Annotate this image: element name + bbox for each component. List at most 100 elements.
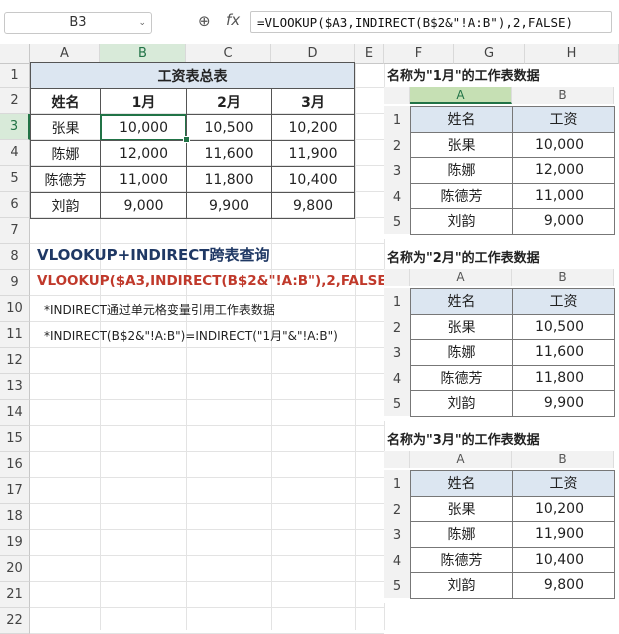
row-gridline (30, 529, 384, 530)
row-header[interactable]: 2 (0, 88, 30, 114)
row-header[interactable]: 8 (0, 244, 30, 270)
sheet-row-number: 5 (384, 208, 410, 234)
sheet-name-cell: 刘韵 (410, 572, 513, 599)
row-header[interactable]: 10 (0, 296, 30, 322)
row-header[interactable]: 1 (0, 64, 30, 88)
salary-cell[interactable]: 10,400 (271, 166, 355, 193)
name-cell[interactable]: 张果 (30, 114, 101, 141)
salary-cell[interactable]: 11,000 (100, 166, 187, 193)
fill-handle[interactable] (183, 136, 190, 143)
row-header[interactable]: 17 (0, 478, 30, 504)
salary-cell[interactable]: 11,900 (271, 140, 355, 167)
name-cell[interactable]: 陈德芳 (30, 166, 101, 193)
sheet-name-cell: 刘韵 (410, 390, 513, 417)
formula-text: VLOOKUP($A3,INDIRECT(B$2&"!A:B"),2,FALSE… (37, 273, 393, 289)
sheet-header-cell: 姓名 (410, 106, 513, 133)
name-cell[interactable]: 陈娜 (30, 140, 101, 167)
row-gridline (30, 555, 384, 556)
formula-input[interactable]: =VLOOKUP($A3,INDIRECT(B$2&"!A:B"),2,FALS… (250, 11, 612, 33)
column-header-e[interactable]: E (355, 44, 384, 64)
name-cell[interactable]: 刘韵 (30, 192, 101, 219)
section-heading: VLOOKUP+INDIRECT跨表查询 (37, 246, 270, 264)
sheet-salary-cell: 10,200 (512, 495, 615, 522)
salary-cell[interactable]: 12,000 (100, 140, 187, 167)
sheet-name-cell: 陈娜 (410, 339, 513, 366)
sheet-salary-cell: 9,800 (512, 572, 615, 599)
row-header[interactable]: 9 (0, 270, 30, 296)
salary-cell[interactable]: 9,800 (271, 192, 355, 219)
sheet-row-number: 1 (384, 470, 410, 496)
note-1: *INDIRECT通过单元格变量引用工作表数据 (44, 303, 275, 317)
salary-cell[interactable]: 10,000 (100, 114, 187, 141)
sheet-column-b: B (512, 269, 614, 286)
column-header-c[interactable]: C (186, 44, 271, 64)
sheet-salary-cell: 10,500 (512, 313, 615, 340)
sheet-salary-cell: 11,800 (512, 364, 615, 391)
row-header[interactable]: 14 (0, 400, 30, 426)
column-header-d[interactable]: D (271, 44, 355, 64)
row-header[interactable]: 6 (0, 192, 30, 218)
row-header[interactable]: 18 (0, 504, 30, 530)
sheet-column-b: B (512, 451, 614, 468)
row-header[interactable]: 15 (0, 426, 30, 452)
sheet-row-number: 5 (384, 572, 410, 598)
sheet-row-number: 3 (384, 521, 410, 547)
row-header[interactable]: 13 (0, 374, 30, 400)
row-header[interactable]: 7 (0, 218, 30, 244)
row-header[interactable]: 12 (0, 348, 30, 374)
sheet-row-number: 1 (384, 106, 410, 132)
sheet-salary-cell: 9,000 (512, 208, 615, 235)
salary-cell[interactable]: 9,900 (186, 192, 272, 219)
sheet1-caption: 名称为"1月"的工作表数据 (387, 69, 540, 84)
row-header[interactable]: 20 (0, 556, 30, 582)
salary-cell[interactable]: 10,500 (186, 114, 272, 141)
column-header-g[interactable]: G (454, 44, 525, 64)
sheet-image-2: A B 1 姓名 工资 2 张果 10,500 3 陈娜 11,600 4 陈德芳 11,800 5 刘韵 9,… (384, 269, 619, 421)
sheet-name-cell: 陈德芳 (410, 364, 513, 391)
row-header[interactable]: 4 (0, 140, 30, 166)
row-gridline (30, 477, 384, 478)
salary-cell[interactable]: 10,200 (271, 114, 355, 141)
salary-cell[interactable]: 11,800 (186, 166, 272, 193)
sheet-header-cell: 工资 (512, 470, 615, 497)
sheet-corner (384, 269, 410, 286)
sheet-corner (384, 451, 410, 468)
insert-function-icon[interactable]: fx (226, 11, 240, 29)
sheet-salary-cell: 12,000 (512, 157, 615, 184)
sheet-header-cell: 工资 (512, 106, 615, 133)
header-mar[interactable]: 3月 (271, 88, 355, 115)
row-gridline (30, 321, 384, 322)
row-gridline (30, 581, 384, 582)
row-header[interactable]: 16 (0, 452, 30, 478)
sheet-column-b: B (512, 87, 614, 104)
sheet-column-a: A (410, 87, 512, 104)
row-header[interactable]: 3 (0, 114, 30, 140)
zoom-icon[interactable]: ⊕ (198, 12, 211, 30)
header-feb[interactable]: 2月 (186, 88, 272, 115)
column-header-h[interactable]: H (525, 44, 619, 64)
salary-cell[interactable]: 9,000 (100, 192, 187, 219)
row-gridline (30, 503, 384, 504)
column-header-f[interactable]: F (384, 44, 454, 64)
sheet-name-cell: 陈娜 (410, 157, 513, 184)
row-gridline (30, 295, 384, 296)
header-jan[interactable]: 1月 (100, 88, 187, 115)
row-header[interactable]: 11 (0, 322, 30, 348)
column-header-a[interactable]: A (30, 44, 100, 64)
header-name[interactable]: 姓名 (30, 88, 101, 115)
chevron-down-icon[interactable]: ⌄ (138, 13, 146, 33)
sheet-image-1: A B 1 姓名 工资 2 张果 10,000 3 陈娜 12,000 4 陈德芳 11,000 5 刘韵 9,… (384, 87, 619, 239)
row-header[interactable]: 5 (0, 166, 30, 192)
sheet-image-3: A B 1 姓名 工资 2 张果 10,200 3 陈娜 11,900 4 陈德芳 10,400 5 刘韵 9,… (384, 451, 619, 603)
row-header[interactable]: 19 (0, 530, 30, 556)
summary-title[interactable]: 工资表总表 (30, 62, 355, 89)
column-header-b[interactable]: B (100, 44, 186, 64)
sheet-row-number: 4 (384, 546, 410, 573)
name-box[interactable]: B3 ⌄ (4, 12, 152, 34)
select-all-corner[interactable] (0, 44, 30, 64)
row-gridline (30, 399, 384, 400)
sheet-row-number: 5 (384, 390, 410, 416)
row-header[interactable]: 22 (0, 608, 30, 634)
salary-cell[interactable]: 11,600 (186, 140, 272, 167)
row-header[interactable]: 21 (0, 582, 30, 608)
